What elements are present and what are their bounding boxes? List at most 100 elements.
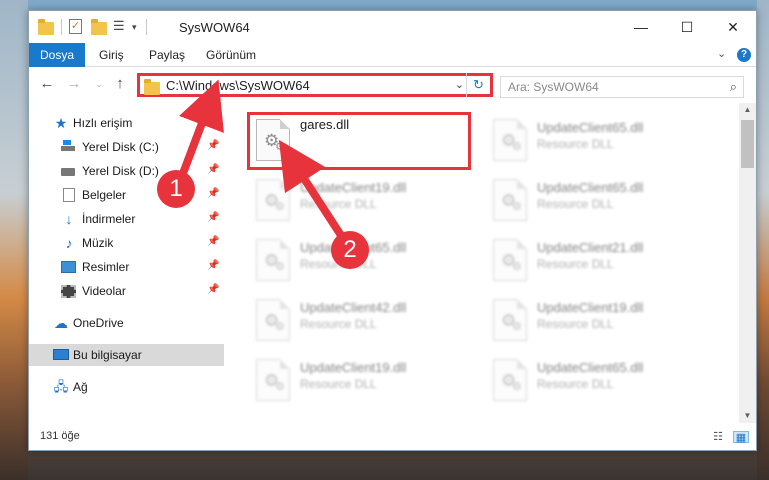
scroll-thumb[interactable] [741, 120, 754, 168]
item-count: 131 öğe [40, 430, 80, 442]
back-arrow-icon[interactable]: ← [37, 74, 57, 94]
maximize-button[interactable]: ☐ [664, 11, 710, 43]
sidebar-item-pictures[interactable]: Resimler 📌 [29, 256, 224, 278]
toolbar-divider [146, 19, 147, 35]
file-item[interactable]: ⚙ ⚙ UpdateClient42.dll Resource DLL [252, 293, 472, 343]
address-dropdown-chevron-icon[interactable]: ⌄ [455, 78, 464, 91]
sidebar-item-local-disk-d[interactable]: Yerel Disk (D:) 📌 [29, 160, 224, 182]
search-icon[interactable]: ⌕ [730, 79, 737, 95]
refresh-icon[interactable]: ↻ [466, 73, 490, 97]
file-name: UpdateClient19.dll [537, 300, 644, 315]
search-placeholder: Ara: SysWOW64 [508, 80, 599, 94]
properties-icon[interactable]: ☰ [113, 19, 129, 35]
desktop-background-left [0, 0, 28, 480]
details-view-icon[interactable]: ☷ [710, 431, 726, 443]
folder-icon [38, 19, 54, 35]
desktop-background-right [757, 0, 769, 480]
file-type: Resource DLL [537, 137, 614, 151]
sidebar-item-label: İndirmeler [82, 212, 136, 226]
forward-arrow-icon[interactable]: → [64, 74, 84, 94]
title-bar: ✓ ☰ ▾ SysWOW64 — ☐ ✕ [29, 11, 756, 43]
address-path[interactable]: C:\Windows\SysWOW64 [166, 78, 310, 93]
sidebar-item-label: OneDrive [73, 316, 124, 330]
pin-icon[interactable]: 📌 [207, 260, 219, 271]
file-name: UpdateClient65.dll [537, 180, 644, 195]
file-name: UpdateClient19.dll [300, 180, 407, 195]
drive-d-icon [61, 164, 77, 178]
pin-icon[interactable]: 📌 [207, 164, 219, 175]
file-item[interactable]: ⚙ ⚙ UpdateClient19.dll Resource DLL [252, 353, 472, 403]
sidebar-item-label: Yerel Disk (D:) [82, 164, 159, 178]
sidebar-item-local-disk-c[interactable]: Yerel Disk (C:) 📌 [29, 136, 224, 158]
file-name: UpdateClient19.dll [300, 360, 407, 375]
recent-locations-chevron-icon[interactable]: ⌄ [89, 74, 109, 94]
highlight-box [247, 112, 471, 170]
file-item[interactable]: ⚙⚙ UpdateClient65.dll Resource DLL [489, 113, 709, 163]
dll-file-icon: ⚙ ⚙ [256, 239, 290, 281]
sidebar-item-label: Yerel Disk (C:) [82, 140, 159, 154]
file-item[interactable]: ⚙⚙ UpdateClient65.dll Resource DLL [489, 173, 709, 223]
search-input[interactable]: Ara: SysWOW64 ⌕ [500, 76, 744, 98]
tab-home[interactable]: Giriş [89, 43, 134, 67]
file-type: Resource DLL [537, 377, 614, 391]
star-icon: ★ [54, 115, 68, 131]
sidebar-item-network[interactable]: 🖧 Ağ [29, 376, 224, 398]
up-arrow-icon[interactable]: ↑ [110, 74, 130, 94]
dll-file-icon: ⚙ ⚙ [493, 179, 527, 221]
file-name: UpdateClient42.dll [300, 300, 407, 315]
sidebar-item-label: Resimler [82, 260, 130, 274]
drive-c-icon [61, 140, 77, 154]
pin-icon[interactable]: 📌 [207, 212, 219, 223]
sidebar-item-label: Müzik [82, 236, 114, 250]
tab-share[interactable]: Paylaş [139, 43, 195, 67]
tab-file[interactable]: Dosya [29, 43, 85, 67]
sidebar-item-label: Bu bilgisayar [73, 348, 142, 362]
file-list: ⚙ ⚙ gares.dll ⚙ ⚙ UpdateClient19.dll Resou… [225, 103, 739, 423]
sidebar-item-onedrive[interactable]: ☁ OneDrive [29, 312, 224, 334]
file-name: UpdateClient65.dll [537, 360, 644, 375]
new-folder-icon[interactable] [91, 19, 107, 35]
expand-ribbon-chevron-icon[interactable]: ⌄ [717, 47, 726, 60]
vertical-scrollbar[interactable]: ▲ ▼ [739, 103, 756, 423]
sidebar-item-this-pc[interactable]: Bu bilgisayar [29, 344, 224, 366]
dll-file-icon: ⚙ ⚙ [256, 179, 290, 221]
sidebar-item-quick-access[interactable]: ★ Hızlı erişim [29, 112, 224, 134]
pin-icon[interactable]: 📌 [207, 188, 219, 199]
file-type: Resource DLL [300, 317, 377, 331]
ribbon-tabs: Dosya Giriş Paylaş Görünüm ⌄ ? [29, 43, 756, 67]
scroll-up-arrow-icon[interactable]: ▲ [739, 103, 756, 117]
file-item[interactable]: ⚙ ⚙ UpdateClient19.dll Resource DLL [489, 293, 709, 343]
file-item[interactable]: ⚙⚙ UpdateClient65.dll Resource DLL [489, 353, 709, 403]
network-icon: 🖧 [53, 379, 69, 394]
sidebar-item-label: Ağ [73, 380, 88, 394]
status-bar: 131 öğe ☷ ▦ [29, 424, 756, 450]
address-bar[interactable]: C:\Windows\SysWOW64 ⌄ ↻ [137, 73, 493, 97]
customize-toolbar-chevron-icon[interactable]: ▾ [132, 19, 137, 35]
minimize-button[interactable]: — [618, 11, 664, 43]
file-item[interactable]: ⚙ ⚙ UpdateClient21.dll Resource DLL [489, 233, 709, 283]
dll-file-icon: ⚙ ⚙ [493, 299, 527, 341]
pin-icon[interactable]: 📌 [207, 236, 219, 247]
sidebar-item-music[interactable]: ♪ Müzik 📌 [29, 232, 224, 254]
file-type: Resource DLL [537, 197, 614, 211]
close-button[interactable]: ✕ [710, 11, 756, 43]
scroll-down-arrow-icon[interactable]: ▼ [739, 409, 756, 423]
pin-icon[interactable]: 📌 [207, 284, 219, 295]
file-name: UpdateClient65.dll [537, 120, 644, 135]
file-type: Resource DLL [537, 257, 614, 271]
sidebar-item-downloads[interactable]: ↓ İndirmeler 📌 [29, 208, 224, 230]
downloads-icon: ↓ [65, 211, 73, 227]
this-pc-icon [53, 348, 69, 362]
large-icons-view-icon[interactable]: ▦ [733, 431, 749, 444]
address-folder-icon [144, 79, 160, 95]
sidebar-item-label: Videolar [82, 284, 126, 298]
properties-check-icon[interactable]: ✓ [69, 19, 82, 35]
tab-view[interactable]: Görünüm [196, 43, 266, 67]
music-icon: ♪ [65, 235, 73, 251]
dll-file-icon: ⚙ ⚙ [256, 299, 290, 341]
navigation-pane: ★ Hızlı erişim Yerel Disk (C:) 📌 Yerel D… [29, 103, 224, 423]
file-item[interactable]: ⚙ ⚙ UpdateClient19.dll Resource DLL [252, 173, 472, 223]
sidebar-item-videos[interactable]: Videolar 📌 [29, 280, 224, 302]
help-icon[interactable]: ? [737, 48, 751, 62]
pin-icon[interactable]: 📌 [207, 140, 219, 151]
